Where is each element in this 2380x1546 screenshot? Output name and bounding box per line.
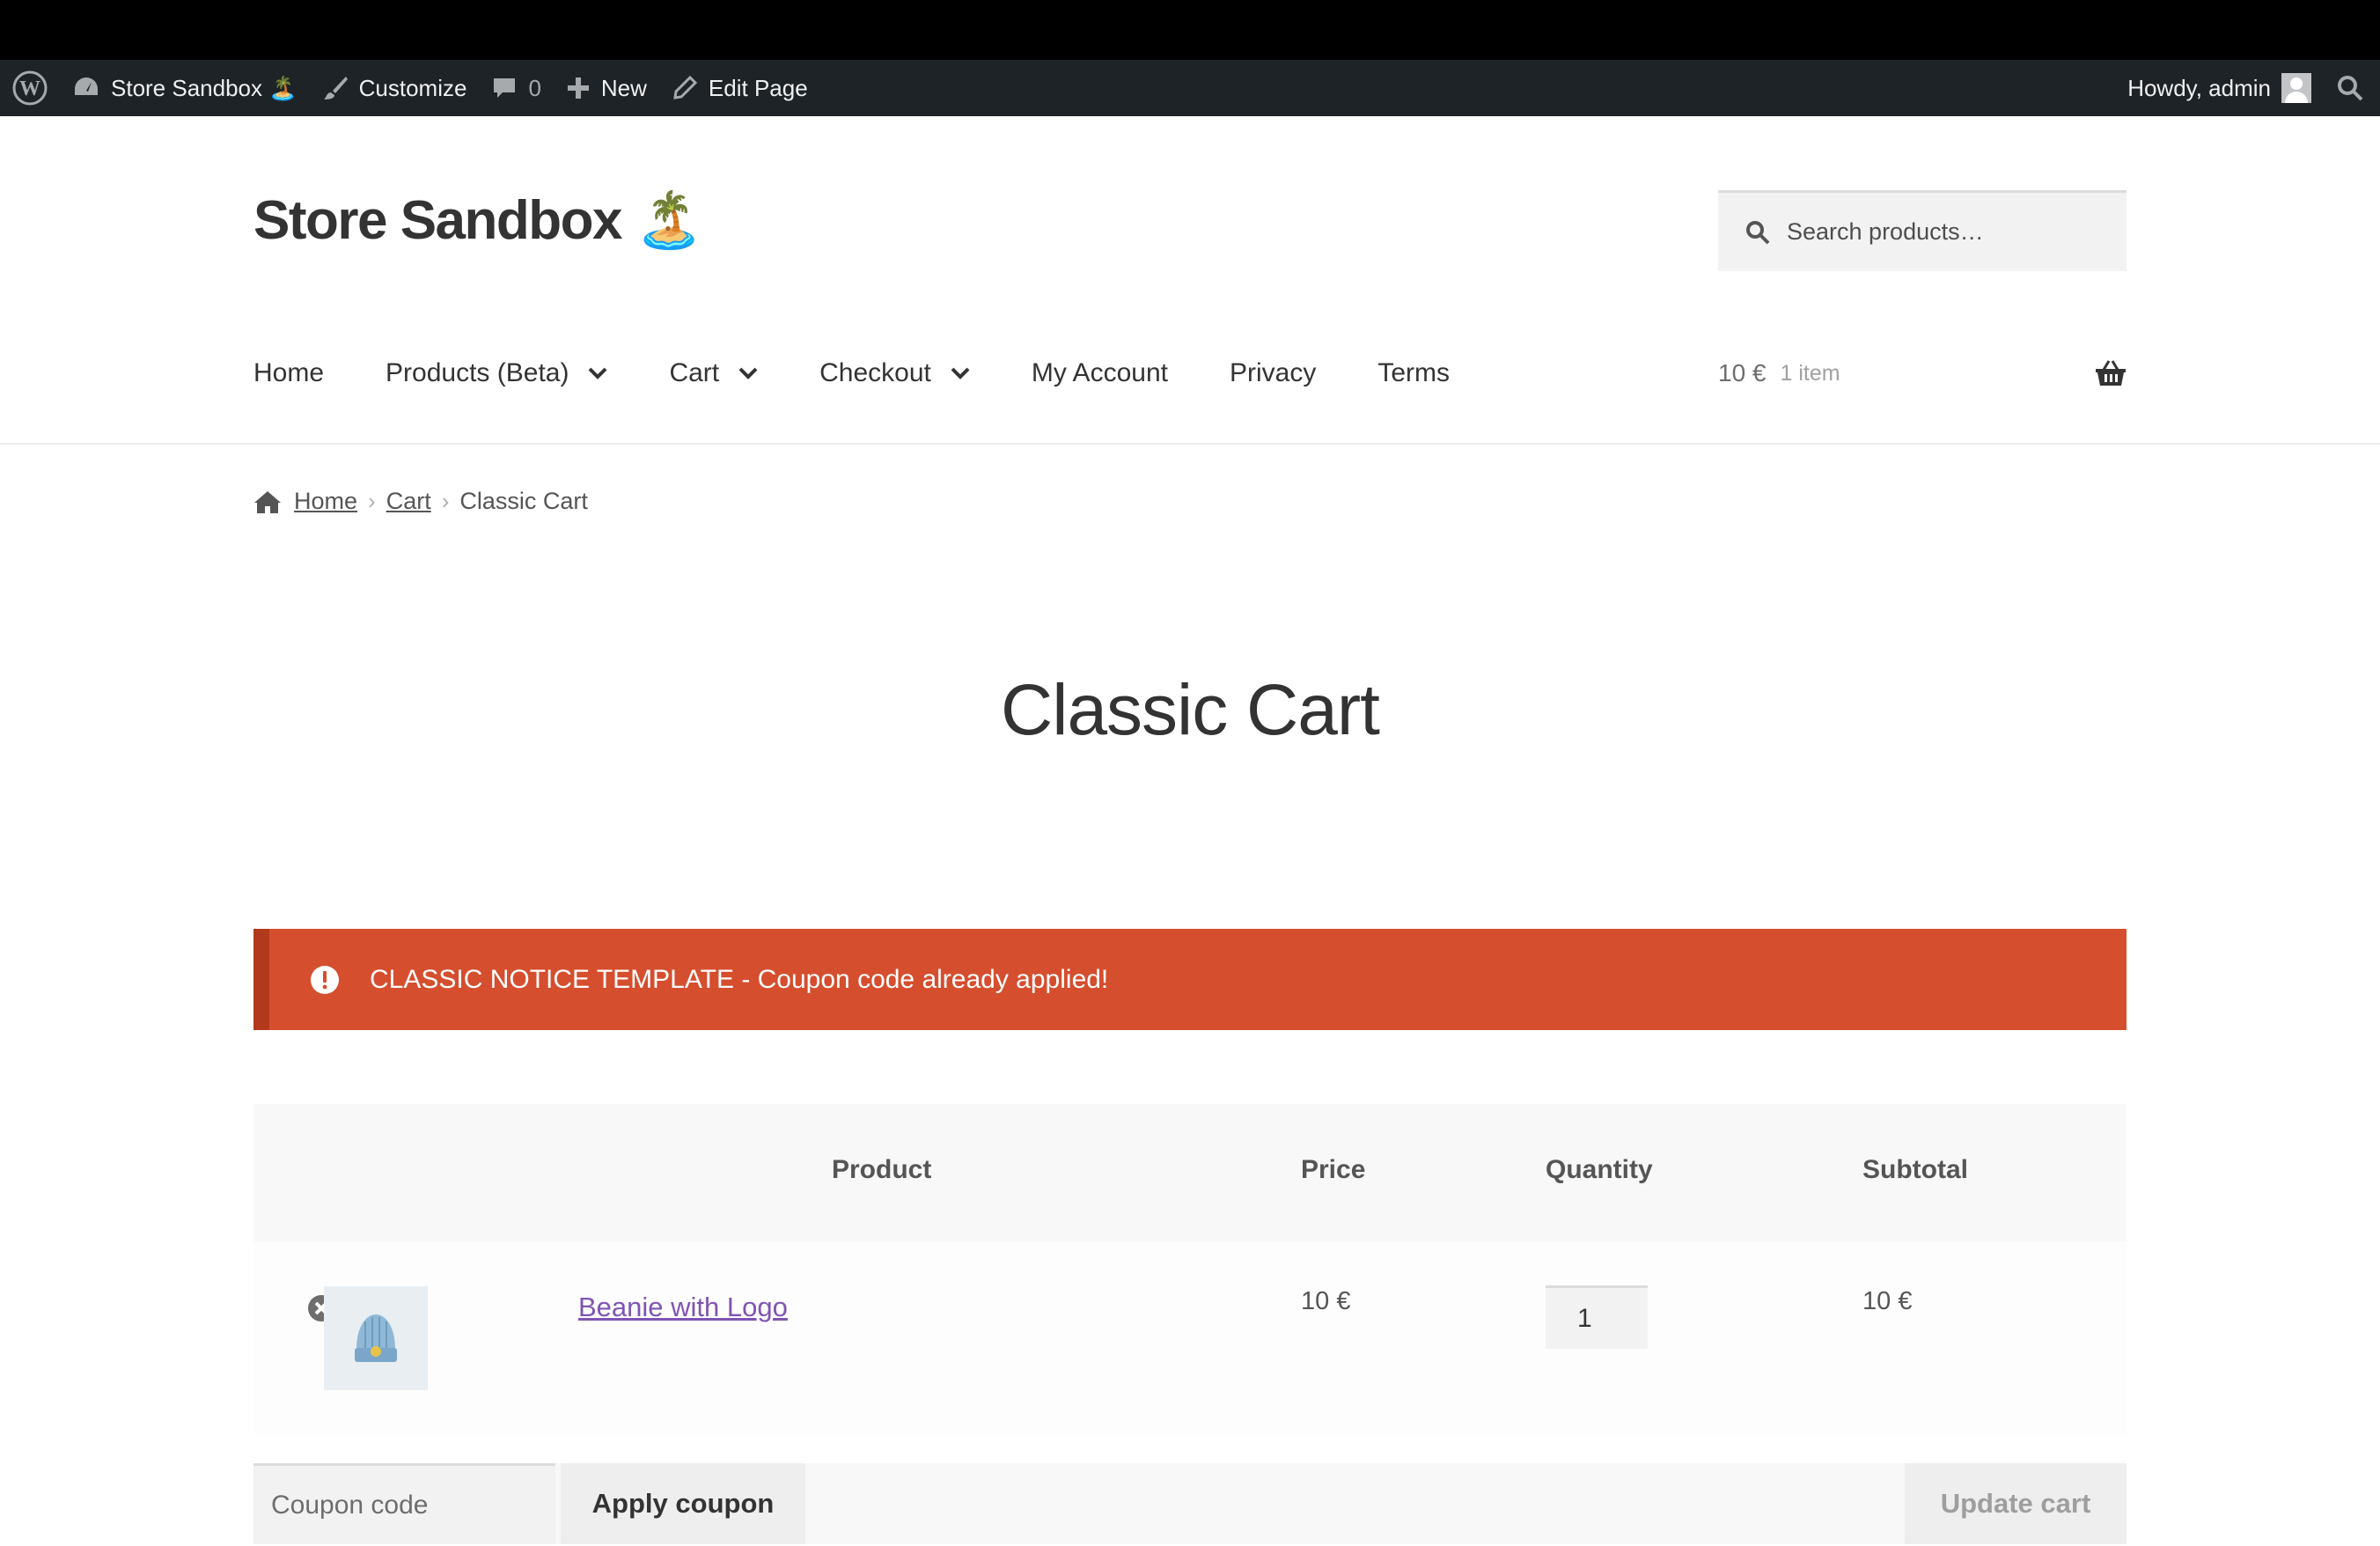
home-icon <box>254 490 281 513</box>
item-price: 10 € <box>1301 1287 1351 1315</box>
table-row: 10 € 10 € <box>253 1241 2127 1435</box>
nav-item-label: Products (Beta) <box>386 358 569 387</box>
quantity-input[interactable]: 1 <box>1546 1285 1648 1349</box>
cart-amount: 10 € <box>1718 359 1767 386</box>
product-search-input[interactable]: Search products… <box>1718 190 2127 271</box>
page-title: Classic Cart <box>1001 670 1380 750</box>
nav-item-my-account[interactable]: My Account <box>1032 358 1168 388</box>
nav-item-label: My Account <box>1031 358 1168 387</box>
breadcrumb: Home › Cart › Classic Cart <box>253 488 588 515</box>
nav-item-label: Checkout <box>819 358 931 387</box>
search-placeholder: Search products… <box>1787 218 1984 245</box>
search-icon <box>2338 76 2363 101</box>
header-cart-link[interactable]: 10 € 1 item <box>1718 349 2127 398</box>
svg-text:W: W <box>19 77 40 100</box>
update-cart-button: Update cart <box>1905 1463 2127 1544</box>
header-divider <box>0 443 2380 445</box>
comments-button[interactable]: 0 <box>479 60 553 116</box>
cart-table-header: Product Price Quantity Subtotal <box>253 1104 2127 1241</box>
error-notice: CLASSIC NOTICE TEMPLATE - Coupon code al… <box>253 929 2127 1030</box>
beanie-image <box>355 1314 397 1362</box>
top-black-bar <box>0 0 2380 60</box>
dashboard-icon <box>75 77 98 95</box>
header-price: Price <box>1301 1155 1366 1184</box>
howdy-label: Howdy, admin <box>2127 74 2271 101</box>
nav-item-checkout[interactable]: Checkout <box>819 358 970 388</box>
account-menu[interactable]: Howdy, admin <box>2115 60 2324 116</box>
comments-count: 0 <box>528 74 541 101</box>
chevron-down-icon <box>951 367 970 379</box>
apply-coupon-button[interactable]: Apply coupon <box>561 1463 805 1544</box>
breadcrumb-home-link[interactable]: Home <box>294 488 357 515</box>
nav-item-cart[interactable]: Cart <box>669 358 758 388</box>
header-quantity: Quantity <box>1546 1155 1653 1184</box>
search-icon <box>1746 220 1770 244</box>
avatar <box>2281 73 2311 103</box>
item-subtotal: 10 € <box>1862 1287 1913 1315</box>
nav-item-label: Terms <box>1377 358 1450 387</box>
nav-item-home[interactable]: Home <box>253 358 324 388</box>
site-title[interactable]: Store Sandbox 🏝️ <box>253 188 703 253</box>
admin-search-button[interactable] <box>2324 60 2380 116</box>
nav-item-label: Privacy <box>1229 358 1317 387</box>
chevron-down-icon <box>589 367 607 379</box>
breadcrumb-cart-link[interactable]: Cart <box>386 488 431 515</box>
comment-icon <box>494 78 516 98</box>
nav-item-label: Home <box>253 358 325 387</box>
new-content-button[interactable]: New <box>554 60 659 116</box>
customize-button[interactable]: Customize <box>310 60 480 116</box>
customize-label: Customize <box>358 74 467 101</box>
nav-item-label: Cart <box>669 358 720 387</box>
brush-icon <box>323 77 348 99</box>
header-product: Product <box>832 1155 932 1184</box>
edit-page-button[interactable]: Edit Page <box>659 60 820 116</box>
nav-item-products-beta[interactable]: Products (Beta) <box>386 358 607 388</box>
product-link[interactable]: Beanie with Logo <box>578 1292 788 1323</box>
notice-text: CLASSIC NOTICE TEMPLATE - Coupon code al… <box>370 964 1109 994</box>
edit-page-label: Edit Page <box>708 74 808 101</box>
new-label: New <box>600 74 647 101</box>
chevron-down-icon <box>738 367 758 379</box>
wordpress-icon: W <box>12 70 48 106</box>
breadcrumb-current: Classic Cart <box>459 488 588 514</box>
site-name-label: Store Sandbox 🏝️ <box>111 74 298 101</box>
cart-table: Product Price Quantity Subtotal 10 € 10 … <box>253 1104 2127 1435</box>
plus-icon <box>567 77 589 99</box>
alert-circle-icon <box>311 965 339 994</box>
pencil-icon <box>673 75 698 99</box>
cart-item-count: 1 item <box>1780 360 1840 386</box>
product-thumbnail[interactable] <box>324 1286 428 1390</box>
breadcrumb-separator: › <box>368 488 376 514</box>
wordpress-logo-button[interactable]: W <box>0 60 60 116</box>
nav-item-privacy[interactable]: Privacy <box>1230 358 1316 388</box>
primary-navigation: Home Products (Beta) Cart Checkout My Ac… <box>253 349 1511 398</box>
nav-item-terms[interactable]: Terms <box>1377 358 1450 388</box>
site-name-menu[interactable]: Store Sandbox 🏝️ <box>60 60 310 116</box>
coupon-code-input[interactable]: Coupon code <box>253 1463 555 1544</box>
wp-admin-bar: W Store Sandbox 🏝️ Customize 0 New Edit … <box>0 60 2380 116</box>
breadcrumb-separator: › <box>441 488 450 514</box>
header-subtotal: Subtotal <box>1862 1155 1968 1184</box>
basket-icon <box>2096 360 2126 386</box>
